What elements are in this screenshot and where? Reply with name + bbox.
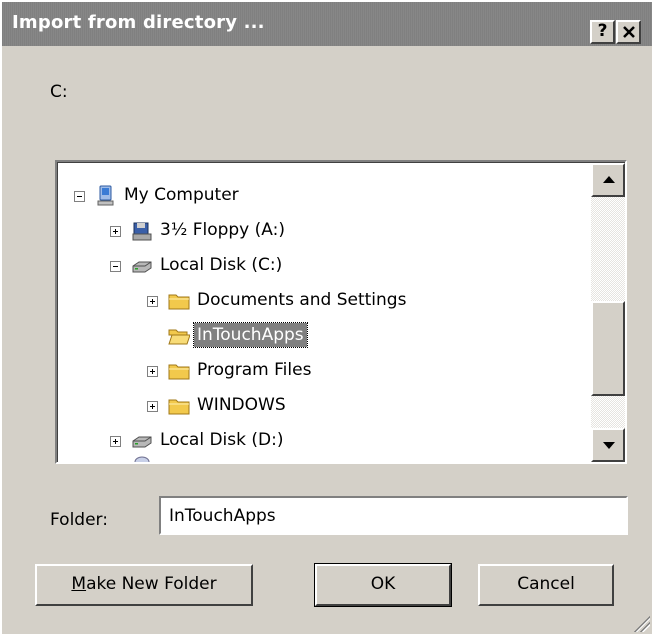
tree-item-my-computer[interactable]: My Computer — [68, 182, 488, 212]
folder-input[interactable] — [159, 496, 628, 535]
ok-button[interactable]: OK — [314, 563, 452, 607]
cancel-button[interactable]: Cancel — [478, 564, 614, 606]
tree-item-documents-and-settings[interactable]: Documents and Settings — [68, 287, 528, 317]
import-directory-dialog: Import from directory ... ? C: My Comput… — [0, 0, 652, 634]
title-bar[interactable]: Import from directory ... ? — [2, 2, 652, 46]
current-path: C: — [50, 82, 68, 102]
selected-folder-label: InTouchApps — [193, 322, 308, 348]
folder-icon — [168, 364, 190, 380]
folder-label: Folder: — [50, 510, 108, 530]
button-label-rest: ake New Folder — [86, 574, 217, 594]
expand-toggle[interactable] — [147, 366, 158, 377]
hard-disk-icon — [132, 436, 152, 448]
scroll-up-button[interactable] — [591, 163, 625, 197]
tree-item-floppy[interactable]: 3½ Floppy (A:) — [68, 217, 488, 247]
resize-grip[interactable] — [632, 614, 650, 632]
expand-toggle[interactable] — [110, 226, 121, 237]
make-new-folder-button[interactable]: Make New Folder — [35, 564, 253, 606]
partial-drive-icon — [134, 456, 150, 462]
collapse-toggle[interactable] — [110, 261, 121, 272]
scroll-down-button[interactable] — [591, 428, 625, 462]
folder-icon — [168, 399, 190, 415]
expand-toggle[interactable] — [147, 296, 158, 307]
help-button[interactable]: ? — [590, 20, 615, 44]
expand-toggle[interactable] — [147, 401, 158, 412]
folder-tree[interactable]: My Computer 3½ Floppy (A:) Local Disk (C… — [55, 160, 627, 464]
folder-icon — [168, 294, 190, 310]
accelerator-key: M — [71, 574, 87, 594]
vertical-scrollbar[interactable] — [591, 163, 625, 462]
scroll-thumb[interactable] — [591, 301, 625, 396]
tree-item-local-disk-d[interactable]: Local Disk (D:) — [68, 427, 488, 457]
floppy-drive-icon — [132, 222, 152, 241]
arrow-down-icon — [603, 442, 615, 449]
close-icon — [622, 26, 635, 38]
collapse-toggle[interactable] — [74, 191, 85, 202]
hard-disk-icon — [132, 261, 152, 273]
my-computer-icon — [97, 185, 114, 206]
window-title: Import from directory ... — [12, 12, 265, 33]
expand-toggle[interactable] — [110, 436, 121, 447]
tree-item-program-files[interactable]: Program Files — [68, 357, 528, 387]
open-folder-icon — [168, 329, 190, 345]
close-button[interactable] — [616, 20, 641, 44]
arrow-up-icon — [603, 176, 615, 183]
tree-item-local-disk-c[interactable]: Local Disk (C:) — [68, 252, 488, 282]
tree-item-intouchapps[interactable]: InTouchApps — [68, 322, 528, 352]
tree-item-windows[interactable]: WINDOWS — [68, 392, 528, 422]
